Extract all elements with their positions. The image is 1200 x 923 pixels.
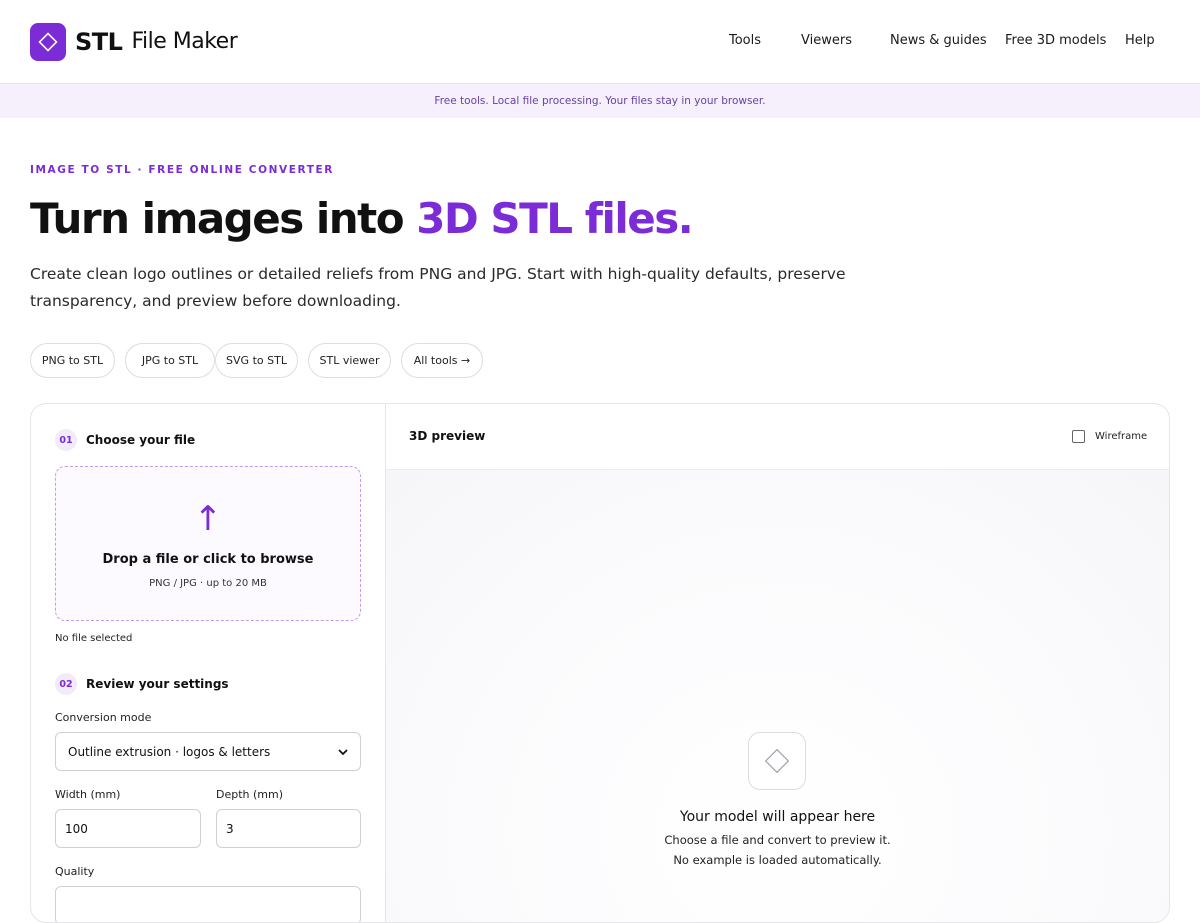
- step-choose-file: 01 Choose your file: [55, 429, 195, 451]
- privacy-banner: Free tools. Local file processing. Your …: [0, 84, 1200, 118]
- page-title: Turn images into 3D STL files.: [30, 193, 694, 245]
- preview-title: 3D preview: [409, 429, 486, 443]
- site-header: STL File Maker Tools Viewers News & guid…: [0, 0, 1200, 84]
- preview-panel: 3D preview Wireframe Your model will app…: [386, 404, 1169, 922]
- quality-label: Quality: [55, 865, 95, 878]
- nav-tools[interactable]: Tools: [729, 33, 761, 48]
- depth-input[interactable]: [216, 809, 361, 848]
- hero-subtitle: Create clean logo outlines or detailed r…: [30, 265, 846, 310]
- hero-eyebrow: IMAGE TO STL · FREE ONLINE CONVERTER: [30, 164, 334, 176]
- converter-card: 01 Choose your file ↑ Drop a file or cli…: [30, 403, 1170, 923]
- placeholder-title: Your model will appear here: [679, 809, 876, 825]
- conversion-mode-value: Outline extrusion · logos & letters: [68, 744, 271, 759]
- diamond-placeholder-icon: [748, 732, 806, 790]
- width-input[interactable]: [55, 809, 201, 848]
- title-accent: 3D STL files.: [416, 194, 694, 243]
- width-label: Width (mm): [55, 788, 121, 801]
- file-dropzone[interactable]: ↑ Drop a file or click to browse PNG / J…: [55, 466, 361, 621]
- preview-header: 3D preview Wireframe: [386, 404, 1169, 470]
- conversion-mode-label: Conversion mode: [55, 711, 152, 724]
- wireframe-checkbox[interactable]: [1072, 430, 1085, 443]
- settings-panel: 01 Choose your file ↑ Drop a file or cli…: [31, 404, 386, 922]
- nav-news-guides[interactable]: News & guides: [890, 33, 987, 48]
- step-number-badge: 01: [55, 429, 77, 451]
- chip-stl-viewer[interactable]: STL viewer: [308, 343, 391, 378]
- step-number-badge: 02: [55, 673, 77, 695]
- conversion-mode-select[interactable]: Outline extrusion · logos & letters: [55, 732, 361, 771]
- placeholder-line-1: Choose a file and convert to preview it.: [664, 833, 891, 847]
- depth-label: Depth (mm): [216, 788, 284, 801]
- placeholder-line-2: No example is loaded automatically.: [673, 853, 882, 867]
- title-main: Turn images into: [30, 194, 417, 243]
- chevron-down-icon: [338, 745, 348, 759]
- dropzone-subtitle: PNG / JPG · up to 20 MB: [149, 578, 267, 589]
- dropzone-title: Drop a file or click to browse: [102, 552, 314, 567]
- file-status: No file selected: [55, 633, 133, 644]
- nav-viewers[interactable]: Viewers: [801, 33, 852, 48]
- chip-svg-to-stl[interactable]: SVG to STL: [215, 343, 298, 378]
- wireframe-label: Wireframe: [1095, 431, 1148, 442]
- upload-arrow-icon: ↑: [193, 499, 223, 539]
- quality-select[interactable]: [55, 886, 361, 922]
- step-review-settings: 02 Review your settings: [55, 673, 229, 695]
- chip-jpg-to-stl[interactable]: JPG to STL: [125, 343, 215, 378]
- nav-help[interactable]: Help: [1125, 33, 1155, 48]
- wireframe-toggle[interactable]: Wireframe: [1072, 430, 1147, 443]
- main-nav: Tools Viewers News & guides Free 3D mode…: [0, 33, 1200, 53]
- nav-free-3d-models[interactable]: Free 3D models: [1005, 33, 1106, 48]
- chip-all-tools[interactable]: All tools →: [401, 343, 483, 378]
- chip-png-to-stl[interactable]: PNG to STL: [30, 343, 115, 378]
- step-label: Review your settings: [86, 677, 229, 691]
- step-label: Choose your file: [86, 433, 196, 447]
